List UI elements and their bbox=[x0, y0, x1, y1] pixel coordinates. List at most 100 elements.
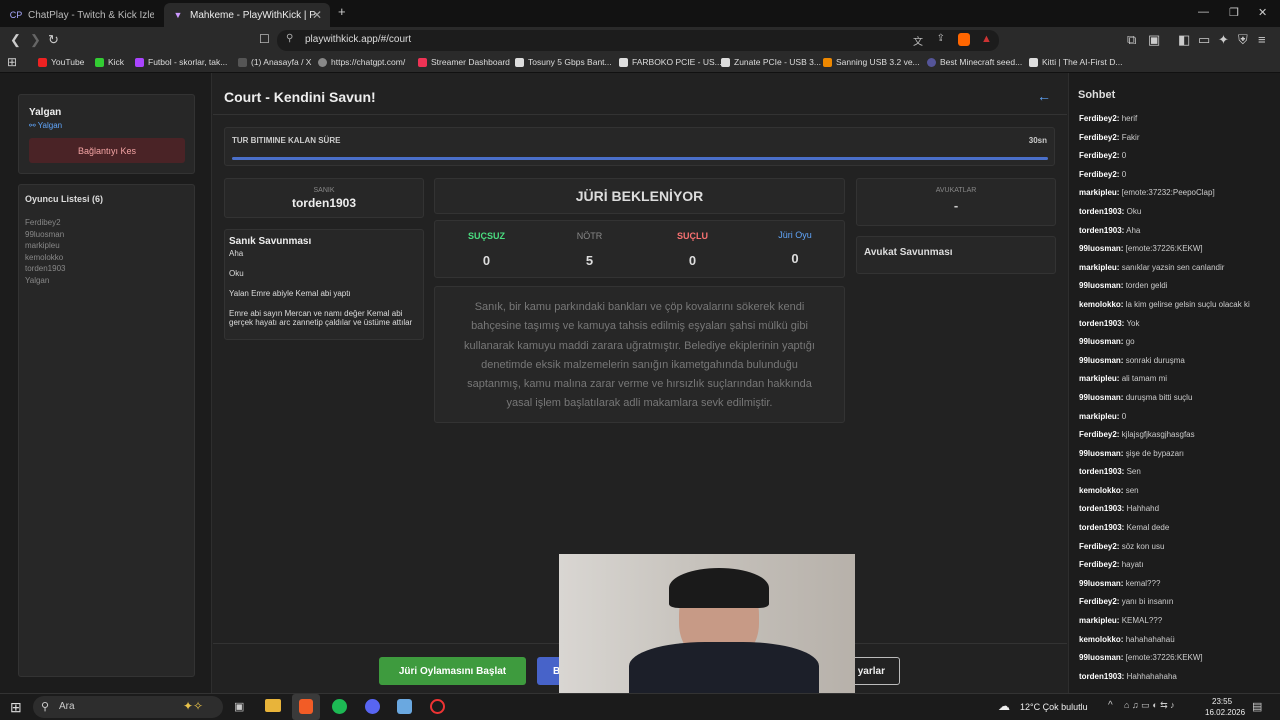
chat-username: Ferdibey2: bbox=[1079, 132, 1120, 142]
chat-text: go bbox=[1125, 337, 1135, 347]
chat-username: Ferdibey2: bbox=[1079, 169, 1120, 179]
chat-message: markipleu: KEMAL??? bbox=[1079, 612, 1277, 631]
bookmark-icon[interactable]: ☐ bbox=[259, 32, 270, 46]
chat-username: markipleu: bbox=[1079, 374, 1120, 384]
task-view-icon[interactable]: ▣ bbox=[234, 700, 244, 713]
vote-count: 5 bbox=[585, 253, 594, 268]
user-link[interactable]: ⚯ Yalgan bbox=[29, 121, 62, 130]
taskbar-search[interactable]: ⚲ Ara ✦✧ bbox=[33, 696, 223, 718]
vpn-icon[interactable]: ⛨ bbox=[1238, 32, 1248, 48]
chat-message: Ferdibey2: yanı bi insanın bbox=[1079, 593, 1277, 612]
chat-username: Ferdibey2: bbox=[1079, 541, 1120, 551]
chat-username: Ferdibey2: bbox=[1079, 430, 1120, 440]
jury-status-panel: JÜRİ BEKLENİYOR bbox=[434, 178, 845, 214]
url-field[interactable]: ⚲ playwithkick.app/#/court 文 ⇪ bbox=[277, 30, 999, 51]
minimize-icon[interactable]: — bbox=[1198, 6, 1209, 18]
tray-icons[interactable]: ⌂ ♫ ▭ ◐ ⇆ ♪ bbox=[1124, 700, 1175, 711]
chat-text: Hahhahd bbox=[1126, 504, 1160, 514]
bookmark-item[interactable]: FARBOKO PCIE - US... bbox=[619, 57, 722, 67]
webcam-overlay bbox=[559, 554, 855, 693]
bookmark-item[interactable]: Zunate PCIe - USB 3... bbox=[721, 57, 821, 67]
spotify-icon[interactable] bbox=[332, 699, 347, 714]
bookmark-item[interactable]: Kick bbox=[95, 57, 124, 67]
brave-shield-icon[interactable] bbox=[958, 33, 970, 46]
tab-chatplay[interactable]: CP ChatPlay - Twitch & Kick İzleyici Etk… bbox=[2, 3, 162, 27]
chat-username: torden1903: bbox=[1079, 504, 1125, 514]
close-window-icon[interactable]: ✕ bbox=[1258, 6, 1267, 19]
accusation-panel: Sanık, bir kamu parkındaki bankları ve ç… bbox=[434, 286, 845, 423]
lawyer-defense-title: Avukat Savunması bbox=[864, 247, 953, 258]
vote-neutral: NÖTR 5 bbox=[538, 221, 641, 279]
defense-title: Sanık Savunması bbox=[229, 236, 312, 247]
chat-text: duruşma bitti suçlu bbox=[1125, 392, 1193, 402]
close-tab-icon[interactable]: ✕ bbox=[312, 8, 322, 22]
bookmark-item[interactable]: Futbol - skorlar, tak... bbox=[135, 57, 227, 67]
bookmark-favicon bbox=[135, 57, 144, 67]
chat-text: [emote:37226:KEKW] bbox=[1125, 653, 1203, 663]
chat-text: şişe de bypazarı bbox=[1125, 448, 1184, 458]
chat-text: Aha bbox=[1126, 225, 1141, 235]
forward-icon[interactable]: ❯ bbox=[30, 32, 41, 48]
sidebar-icon[interactable]: ◧ bbox=[1178, 32, 1190, 48]
obs-icon[interactable] bbox=[430, 699, 445, 714]
disconnect-button[interactable]: Bağlantıyı Kes bbox=[29, 138, 185, 163]
chatplay-icon: CP bbox=[9, 10, 23, 20]
share-icon[interactable]: ⇪ bbox=[937, 33, 945, 44]
bookmark-favicon bbox=[238, 57, 247, 67]
bookmark-label: Zunate PCIe - USB 3... bbox=[734, 57, 821, 67]
apps-grid-icon[interactable]: ⊞ bbox=[7, 55, 17, 69]
streamer-hair bbox=[669, 568, 769, 608]
tab-search-icon[interactable]: ▣ bbox=[1148, 32, 1160, 48]
vote-label: Jüri Oyu bbox=[778, 230, 812, 240]
bookmark-label: Kick bbox=[108, 57, 125, 67]
tab-mahkeme[interactable]: ▼ Mahkeme - PlayWithKick | PlayW ✕ bbox=[164, 3, 330, 27]
menu-icon[interactable]: ≡ bbox=[1258, 32, 1266, 47]
start-jury-vote-button[interactable]: Jüri Oylamasını Başlat bbox=[379, 657, 526, 685]
bookmark-item[interactable]: https://chatgpt.com/ bbox=[318, 57, 405, 67]
back-arrow-icon[interactable]: ← bbox=[1037, 88, 1051, 104]
chat-username: 99luosman: bbox=[1079, 448, 1124, 458]
bookmark-item[interactable]: (1) Anasayfa / X bbox=[238, 57, 311, 67]
leo-ai-icon[interactable]: ✦ bbox=[1218, 32, 1229, 48]
chat-text: sanıklar yazsin sen canlandir bbox=[1121, 262, 1225, 272]
notification-icon[interactable]: ▤ bbox=[1252, 700, 1262, 713]
defense-line: Emre abi sayın Mercan ve namı değer Kema… bbox=[229, 309, 413, 327]
bookmark-item[interactable]: Kitti | The AI-First D... bbox=[1029, 57, 1122, 67]
bookmark-item[interactable]: Sanning USB 3.2 ve... bbox=[823, 57, 920, 67]
chat-text: Yok bbox=[1126, 318, 1140, 328]
clock-time[interactable]: 23:55 bbox=[1212, 697, 1232, 706]
windows-start-icon[interactable]: ⊞ bbox=[10, 699, 22, 716]
clock-date[interactable]: 16.02.2026 bbox=[1205, 708, 1245, 717]
tray-chevron-icon[interactable]: ^ bbox=[1108, 700, 1113, 711]
brave-rewards-icon[interactable]: ▲ bbox=[981, 33, 992, 45]
app-icon[interactable] bbox=[397, 699, 412, 714]
bookmark-item[interactable]: Tosuny 5 Gbps Bant... bbox=[515, 57, 612, 67]
extensions-icon[interactable]: ⧉ bbox=[1127, 32, 1136, 48]
discord-icon[interactable] bbox=[365, 699, 380, 714]
chat-username: Ferdibey2: bbox=[1079, 597, 1120, 607]
vote-count: 0 bbox=[688, 253, 697, 268]
file-explorer-icon[interactable] bbox=[265, 699, 281, 712]
weather-text[interactable]: 12°C Çok bulutlu bbox=[1020, 702, 1088, 712]
player-list: Ferdibey2 99luosman markipleu kemolokko … bbox=[25, 217, 65, 286]
brave-icon[interactable] bbox=[299, 699, 313, 714]
bookmark-item[interactable]: Best Minecraft seed... bbox=[927, 57, 1022, 67]
site-info-icon[interactable]: ⚲ bbox=[286, 33, 293, 44]
bookmark-label: FARBOKO PCIE - US... bbox=[632, 57, 722, 67]
bookmark-item[interactable]: Streamer Dashboard bbox=[418, 57, 510, 67]
chat-username: Ferdibey2: bbox=[1079, 114, 1120, 123]
player-item: kemolokko bbox=[25, 252, 64, 262]
bookmark-label: Tosuny 5 Gbps Bant... bbox=[528, 57, 612, 67]
bookmark-item[interactable]: YouTube bbox=[38, 57, 84, 67]
back-icon[interactable]: ❮ bbox=[10, 32, 21, 48]
chat-username: torden1903: bbox=[1079, 206, 1125, 216]
wallet-icon[interactable]: ▭ bbox=[1198, 32, 1210, 48]
vote-guilty: SUÇLU 0 bbox=[641, 221, 744, 279]
new-tab-icon[interactable]: + bbox=[338, 4, 346, 19]
tab-label: ChatPlay - Twitch & Kick İzleyici Etkile bbox=[28, 9, 154, 21]
restore-icon[interactable]: ❐ bbox=[1229, 6, 1239, 19]
weather-icon: ☁ bbox=[998, 699, 1010, 713]
translate-icon[interactable]: 文 bbox=[913, 33, 923, 48]
user-name: Yalgan bbox=[29, 107, 62, 118]
reload-icon[interactable]: ↻ bbox=[48, 32, 59, 48]
